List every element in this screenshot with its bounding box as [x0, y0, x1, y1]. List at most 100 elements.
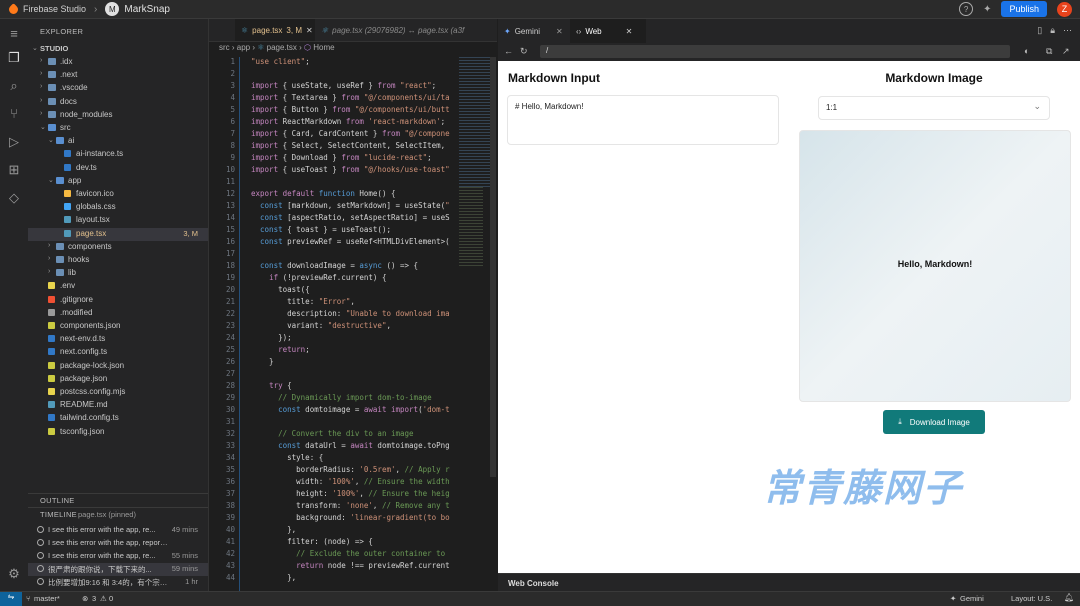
tree-item[interactable]: .env [28, 280, 208, 293]
aspect-ratio-select[interactable]: 1:1 ⌄ [818, 96, 1050, 120]
tree-item[interactable]: ⌄ src [28, 122, 208, 135]
run-debug-icon[interactable]: ▷ [7, 135, 21, 149]
keyboard-layout[interactable]: Layout: U.S. [1011, 594, 1052, 603]
close-icon[interactable]: ✕ [626, 27, 633, 36]
timeline-item[interactable]: 比例要增加9:16 和 3:4的，有个宗旨... 1 hr [28, 576, 208, 589]
code-text: try { [269, 381, 292, 390]
split-view-icon[interactable]: ▯ [1037, 25, 1042, 36]
tree-item[interactable]: postcss.config.mjs [28, 386, 208, 399]
search-icon[interactable]: ⌕ [7, 79, 21, 93]
tab-diff[interactable]: ⚛ page.tsx (29076982) ↔ page.tsx (a3f [315, 19, 497, 41]
explorer-icon[interactable]: ❐ [7, 51, 21, 65]
avatar[interactable]: Z [1057, 1, 1072, 17]
tree-item[interactable]: components.json [28, 320, 208, 333]
file-file-icon [48, 308, 55, 316]
publish-button[interactable]: Publish [1001, 1, 1047, 17]
tree-item[interactable]: .modified [28, 307, 208, 320]
tree-item[interactable]: › hooks [28, 254, 208, 267]
back-icon[interactable]: ← [504, 46, 513, 56]
markdown-textarea[interactable]: # Hello, Markdown! [507, 95, 779, 145]
tree-item[interactable]: .gitignore [28, 294, 208, 307]
line-number: 6 [230, 117, 235, 126]
line-number: 2 [230, 69, 235, 78]
tree-item[interactable]: package-lock.json [28, 360, 208, 373]
tree-item[interactable]: › .vscode [28, 82, 208, 95]
timeline-section[interactable]: TIMELINE [40, 510, 77, 519]
tree-item[interactable]: dev.ts [28, 162, 208, 175]
outline-section[interactable]: OUTLINE [40, 496, 75, 505]
tree-root-label: STUDIO [40, 44, 69, 53]
remote-icon[interactable]: ⇋ [0, 592, 22, 606]
scrollbar[interactable] [490, 57, 496, 477]
brand-name[interactable]: Firebase Studio [23, 4, 86, 14]
branch-name[interactable]: master* [34, 594, 60, 603]
tree-item[interactable]: package.json [28, 373, 208, 386]
tree-root[interactable]: ⌄ STUDIO [28, 43, 208, 56]
menu-icon[interactable]: ≡ [7, 27, 21, 41]
crumb[interactable]: app [237, 43, 250, 52]
notifications-icon[interactable]: 🔔︎ [1064, 593, 1074, 602]
tab-gemini[interactable]: ✦ Gemini ✕ [504, 19, 563, 43]
problems-count[interactable]: 3 [92, 594, 96, 603]
download-image-button[interactable]: ⤓ Download Image [883, 410, 985, 434]
settings-gear-icon[interactable]: ⚙ [7, 567, 21, 581]
tree-item[interactable]: ⌄ ai [28, 135, 208, 148]
more-icon[interactable]: ⋯ [1063, 25, 1072, 36]
tree-item[interactable]: ⌄ app [28, 175, 208, 188]
tree-item[interactable]: › components [28, 241, 208, 254]
line-number: 28 [225, 381, 235, 390]
warnings-count[interactable]: 0 [109, 594, 113, 603]
code-area[interactable]: 1 "use client"; 2 3 import { useState, useRe… [209, 57, 459, 591]
tree-item[interactable]: tsconfig.json [28, 426, 208, 439]
minimap[interactable] [459, 57, 493, 477]
timeline-item[interactable]: 很严肃的跟你说，下载下来的... 59 mins [28, 563, 208, 576]
gemini-status[interactable]: Gemini [960, 594, 984, 603]
help-icon[interactable]: ? [959, 2, 974, 16]
tree-item[interactable]: README.md [28, 399, 208, 412]
close-icon[interactable]: ✕ [306, 26, 313, 35]
crumb[interactable]: Home [313, 43, 334, 52]
tree-item[interactable]: › node_modules [28, 109, 208, 122]
code-text: title: "Error", [251, 297, 355, 306]
copy-link-icon[interactable]: ⧉ [1046, 46, 1052, 57]
tree-item[interactable]: favicon.ico [28, 188, 208, 201]
md-file-icon [48, 401, 55, 409]
magic-wand-icon[interactable]: ✦ [983, 4, 991, 15]
json-file-icon [48, 322, 55, 329]
project-name[interactable]: MarkSnap [124, 4, 170, 15]
url-input[interactable]: / [540, 45, 1010, 58]
line-number: 25 [225, 345, 235, 354]
timeline-item[interactable]: I see this error with the app, reported.… [28, 537, 208, 550]
tree-item[interactable]: tailwind.config.ts [28, 412, 208, 425]
crumb[interactable]: page.tsx [267, 43, 297, 52]
open-external-icon[interactable]: ↗ [1062, 46, 1070, 57]
device-icon[interactable]: ◐ [1024, 46, 1029, 56]
tree-item[interactable]: › docs [28, 96, 208, 109]
tab-page-tsx[interactable]: ⚛ page.tsx 3, M ✕ [235, 19, 315, 41]
close-icon[interactable]: ✕ [556, 27, 563, 36]
tree-item[interactable]: next.config.ts [28, 346, 208, 359]
chevron-right-icon: › [40, 83, 43, 91]
web-console-bar[interactable]: Web Console [498, 573, 1080, 592]
tree-item[interactable]: globals.css [28, 201, 208, 214]
extensions-icon[interactable]: ⊞ [7, 163, 21, 177]
crumb[interactable]: src [219, 43, 230, 52]
tree-item[interactable]: ai-instance.ts [28, 148, 208, 161]
timeline-item[interactable]: I see this error with the app, re... 49 … [28, 524, 208, 537]
chevron-right-icon: › [48, 268, 51, 276]
timeline-time: 59 mins [171, 564, 198, 573]
tree-item[interactable]: › .idx [28, 56, 208, 69]
tree-item[interactable]: next-env.d.ts [28, 333, 208, 346]
timeline-item[interactable]: I see this error with the app, re... 55 … [28, 550, 208, 563]
reload-icon[interactable]: ↻ [520, 46, 528, 57]
code-text: }, [251, 573, 297, 582]
tree-item[interactable]: layout.tsx [28, 214, 208, 227]
tree-item[interactable]: › .next [28, 69, 208, 82]
tree-item[interactable]: page.tsx 3, M [28, 227, 208, 241]
tree-item[interactable]: › lib [28, 267, 208, 280]
tab-web[interactable]: ‹› Web ✕ [570, 19, 646, 43]
lock-icon[interactable]: 🔒︎ [1050, 25, 1055, 36]
firebase-icon[interactable]: ◇ [7, 191, 21, 205]
source-control-icon[interactable]: ⑂ [7, 107, 21, 121]
line-number: 8 [230, 141, 235, 150]
